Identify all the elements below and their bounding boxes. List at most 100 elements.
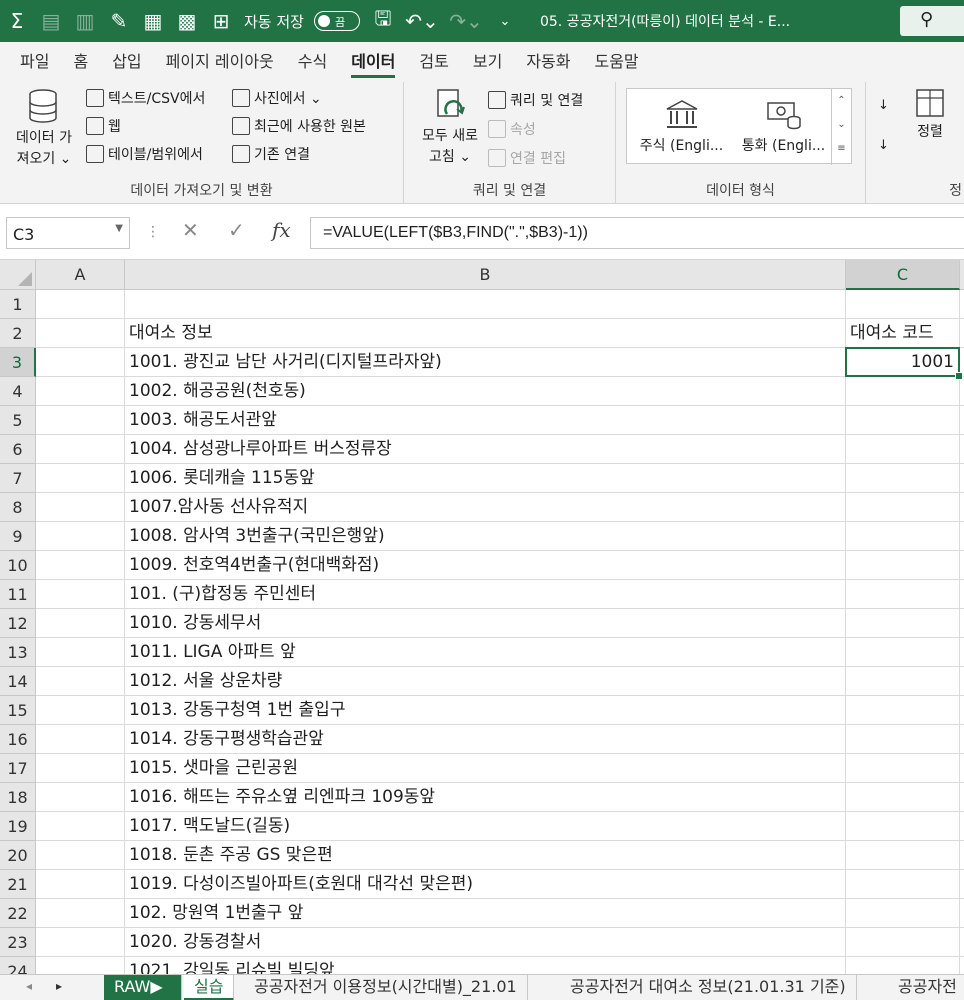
name-box[interactable]: C3 ▼ xyxy=(6,217,130,249)
cell-c[interactable] xyxy=(846,290,960,319)
save-icon[interactable]: 🖫 xyxy=(366,0,400,42)
column-header-c[interactable]: C xyxy=(846,260,960,290)
cell-b[interactable]: 1020. 강동경찰서 xyxy=(125,928,846,957)
clipboard-icon[interactable]: ▤ xyxy=(34,0,68,42)
format-painter-icon[interactable]: ✎ xyxy=(102,0,136,42)
cell-b[interactable]: 1003. 해공도서관앞 xyxy=(125,406,846,435)
cell-c[interactable] xyxy=(846,667,960,696)
cell-c[interactable] xyxy=(846,580,960,609)
cell-c[interactable] xyxy=(846,464,960,493)
sheet-tab-raw[interactable]: RAW▶ xyxy=(104,975,182,1000)
more-options-icon[interactable]: ⋮ xyxy=(146,224,160,240)
tab-insert[interactable]: 삽입 xyxy=(100,42,153,82)
cell-d[interactable] xyxy=(960,899,964,928)
cell-a[interactable] xyxy=(36,609,125,638)
cell-c[interactable] xyxy=(846,493,960,522)
cell-a[interactable] xyxy=(36,435,125,464)
cell-d[interactable] xyxy=(960,580,964,609)
cell-d[interactable] xyxy=(960,551,964,580)
row-header[interactable]: 9 xyxy=(0,522,36,551)
cell-d[interactable] xyxy=(960,928,964,957)
properties-button[interactable]: 속성 xyxy=(488,119,536,139)
cell-a[interactable] xyxy=(36,696,125,725)
cancel-icon[interactable]: ✕ xyxy=(182,218,199,242)
tab-automate[interactable]: 자동화 xyxy=(514,42,582,82)
cell-b[interactable]: 1008. 암사역 3번출구(국민은행앞) xyxy=(125,522,846,551)
cell-c[interactable] xyxy=(846,377,960,406)
row-header[interactable]: 16 xyxy=(0,725,36,754)
cell-a[interactable] xyxy=(36,957,125,974)
tab-data[interactable]: 데이터 xyxy=(339,42,407,82)
edit-links-button[interactable]: 연결 편집 xyxy=(488,148,566,168)
cell-d[interactable] xyxy=(960,638,964,667)
web-button[interactable]: 웹 xyxy=(86,116,121,136)
row-header[interactable]: 17 xyxy=(0,754,36,783)
tab-view[interactable]: 보기 xyxy=(461,42,514,82)
cell-b[interactable]: 1015. 샛마을 근린공원 xyxy=(125,754,846,783)
cell-d[interactable] xyxy=(960,870,964,899)
row-header[interactable]: 20 xyxy=(0,841,36,870)
cell-c[interactable] xyxy=(846,435,960,464)
worksheet-grid[interactable]: A B C 1 2 대여소 정보 대여소 코드 3 1001. 광진교 남단 사거리(디지… xyxy=(0,260,964,974)
cell-a[interactable] xyxy=(36,522,125,551)
cell-d[interactable] xyxy=(960,754,964,783)
row-header[interactable]: 2 xyxy=(0,319,36,348)
cell-b[interactable]: 1011. LIGA 아파트 앞 xyxy=(125,638,846,667)
tab-formulas[interactable]: 수식 xyxy=(286,42,339,82)
cell-c[interactable] xyxy=(846,551,960,580)
cell-c[interactable] xyxy=(846,783,960,812)
refresh-all-button[interactable]: 모두 새로 고침 ⌄ xyxy=(412,88,488,168)
cell-b[interactable]: 1004. 삼성광나루아파트 버스정류장 xyxy=(125,435,846,464)
cell-d[interactable] xyxy=(960,667,964,696)
table-icon[interactable]: ▦ xyxy=(136,0,170,42)
insert-function-icon[interactable]: fx xyxy=(272,218,291,242)
cell-d[interactable] xyxy=(960,783,964,812)
sheet-tab-usage[interactable]: 공공자전거 이용정보(시간대별)_21.01 xyxy=(244,975,528,1000)
autosave-toggle[interactable]: 끔 xyxy=(313,11,360,31)
cell-c[interactable] xyxy=(846,928,960,957)
cell-a[interactable] xyxy=(36,841,125,870)
row-header[interactable]: 13 xyxy=(0,638,36,667)
cell-a[interactable] xyxy=(36,812,125,841)
cell-c[interactable] xyxy=(846,522,960,551)
cell-c[interactable]: 대여소 코드 xyxy=(846,319,960,348)
from-picture-button[interactable]: 사진에서 ⌄ xyxy=(232,88,322,108)
cell-a[interactable] xyxy=(36,319,125,348)
name-box-dropdown-icon[interactable]: ▼ xyxy=(115,223,123,234)
cell-c[interactable] xyxy=(846,638,960,667)
tab-page-layout[interactable]: 페이지 레이아웃 xyxy=(154,42,286,82)
cell-c[interactable] xyxy=(846,841,960,870)
text-csv-button[interactable]: 텍스트/CSV에서 xyxy=(86,88,205,108)
cell-b[interactable]: 1013. 강동구청역 1번 출입구 xyxy=(125,696,846,725)
cell-c[interactable] xyxy=(846,870,960,899)
cell-b[interactable]: 1014. 강동구평생학습관앞 xyxy=(125,725,846,754)
column-header-d[interactable] xyxy=(960,260,964,290)
scroll-left-icon[interactable]: ◂ xyxy=(26,979,32,993)
cell-a[interactable] xyxy=(36,377,125,406)
paste-icon[interactable]: ▥ xyxy=(68,0,102,42)
get-data-button[interactable]: 데이터 가 져오기 ⌄ xyxy=(6,88,82,170)
cell-b[interactable]: 대여소 정보 xyxy=(125,319,846,348)
cell-a[interactable] xyxy=(36,870,125,899)
currencies-item[interactable]: 통화 (Engli... xyxy=(731,97,836,155)
row-header[interactable]: 8 xyxy=(0,493,36,522)
tab-file[interactable]: 파일 xyxy=(8,42,61,82)
cell-c[interactable] xyxy=(846,812,960,841)
chevron-up-icon[interactable]: ⌃ xyxy=(832,89,851,113)
cell-a[interactable] xyxy=(36,725,125,754)
row-header[interactable]: 22 xyxy=(0,899,36,928)
cell-d[interactable] xyxy=(960,957,964,974)
row-header[interactable]: 1 xyxy=(0,290,36,319)
chevron-down-icon[interactable]: ⌄ xyxy=(832,113,851,137)
row-header[interactable]: 4 xyxy=(0,377,36,406)
cell-c[interactable]: 1001 xyxy=(846,348,960,377)
cell-c[interactable] xyxy=(846,696,960,725)
row-header[interactable]: 3 xyxy=(0,348,36,377)
cell-c[interactable] xyxy=(846,406,960,435)
cell-d[interactable] xyxy=(960,696,964,725)
scroll-right-icon[interactable]: ▸ xyxy=(56,979,62,993)
cell-b[interactable]: 1001. 광진교 남단 사거리(디지털프라자앞) xyxy=(125,348,846,377)
cell-a[interactable] xyxy=(36,783,125,812)
cell-a[interactable] xyxy=(36,290,125,319)
sheet-tab-practice[interactable]: 실습 xyxy=(184,975,235,1000)
